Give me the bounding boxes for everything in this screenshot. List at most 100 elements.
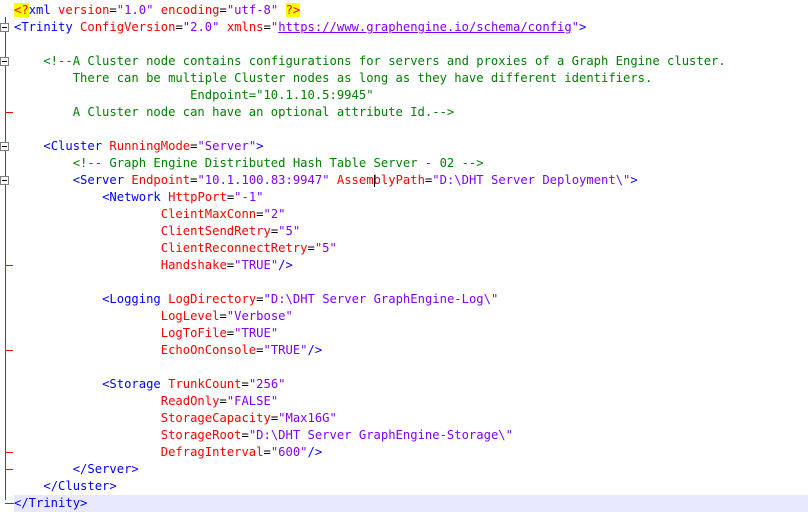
code-line-13[interactable]: CleintMaxConn="2" [14, 206, 286, 223]
token: "600" [270, 445, 308, 459]
token: "2" [263, 207, 286, 221]
code-line-5[interactable]: There can be multiple Cluster nodes as l… [14, 70, 653, 87]
code-line-14[interactable]: ClientSendRetry="5" [14, 223, 300, 240]
token: = [263, 445, 271, 459]
token: "256" [248, 377, 286, 391]
token: HttpPort [168, 190, 227, 204]
fold-toggle-icon[interactable] [0, 176, 9, 185]
code-line-18[interactable]: <Logging LogDirectory="D:\DHT Server Gra… [14, 291, 498, 308]
token: A Cluster node can have an optional attr… [14, 105, 455, 119]
token: <Trinity [14, 20, 81, 34]
code-line-7[interactable]: A Cluster node can have an optional attr… [14, 104, 455, 121]
token: = [219, 309, 227, 323]
code-line-20[interactable]: LogToFile="TRUE" [14, 325, 278, 342]
token: <!--A Cluster node contains configuratio… [14, 54, 726, 68]
token: "TRUE" [234, 326, 279, 340]
token: > [630, 173, 638, 187]
token: DefragInterval [160, 445, 264, 459]
token: /> [307, 445, 323, 459]
token: = [175, 20, 183, 34]
token: = [263, 20, 271, 34]
token: /> [307, 343, 323, 357]
code-line-11[interactable]: <Server Endpoint="10.1.100.83:9947" Asse… [14, 172, 638, 189]
fold-toggle-icon[interactable] [0, 23, 9, 32]
code-line-1[interactable]: <?xml version="1.0" encoding="utf-8" ?> [14, 2, 301, 19]
token: = [256, 292, 264, 306]
token: "2.0" [182, 20, 220, 34]
code-line-9[interactable]: <Cluster RunningMode="Server"> [14, 138, 264, 155]
token: = [241, 377, 249, 391]
token: ReadOnly [160, 394, 220, 408]
token: "5" [278, 224, 301, 238]
code-line-23[interactable]: <Storage TrunkCount="256" [14, 376, 286, 393]
token: xmlns [226, 20, 264, 34]
token: "10.1.100.83:9947" [197, 173, 330, 187]
token: Handshake [160, 258, 227, 272]
token: ClientSendRetry [160, 224, 271, 238]
token: "Max16G" [278, 411, 337, 425]
token: TrunkCount [168, 377, 242, 391]
token: "utf-8" [226, 3, 279, 17]
token: RunningMode [109, 139, 191, 153]
fold-end-tick [5, 469, 13, 470]
token: EchoOnConsole [160, 343, 257, 357]
token: <Logging [102, 292, 169, 306]
token: > [579, 20, 587, 34]
token: /> [278, 258, 293, 272]
fold-toggle-icon[interactable] [0, 57, 9, 66]
token: "TRUE" [263, 343, 308, 357]
code-line-19[interactable]: LogLevel="Verbose" [14, 308, 293, 325]
code-line-21[interactable]: EchoOnConsole="TRUE"/> [14, 342, 322, 359]
token: Endpoint="10.1.10.5:9945" [14, 88, 374, 102]
token: "TRUE" [234, 258, 279, 272]
token: ?> [285, 3, 301, 17]
code-line-30[interactable]: </Trinity> [14, 495, 808, 512]
code-line-10[interactable]: <!-- Graph Engine Distributed Hash Table… [14, 155, 484, 172]
token: version [58, 3, 110, 17]
code-line-27[interactable]: DefragInterval="600"/> [14, 444, 322, 461]
fold-margin[interactable] [0, 0, 14, 510]
code-line-12[interactable]: <Network HttpPort="-1" [14, 189, 263, 206]
code-line-4[interactable]: <!--A Cluster node contains configuratio… [14, 53, 726, 70]
token: > [256, 139, 264, 153]
code-line-2[interactable]: <Trinity ConfigVersion="2.0" xmlns="http… [14, 19, 586, 36]
code-line-28[interactable]: </Server> [14, 461, 139, 478]
fold-end-corner [5, 503, 14, 504]
code-line-24[interactable]: ReadOnly="FALSE" [14, 393, 278, 410]
code-line-15[interactable]: ClientReconnectRetry="5" [14, 240, 337, 257]
xml-editor[interactable]: <?xml version="1.0" encoding="utf-8" ?> <… [0, 0, 808, 512]
token: "D:\DHT Server GraphEngine-Storage\" [248, 428, 513, 442]
token: <? [14, 3, 29, 17]
token: AssemblyPath [336, 173, 425, 187]
code-line-16[interactable]: Handshake="TRUE"/> [14, 257, 293, 274]
token: StorageRoot [160, 428, 242, 442]
token: "D:\DHT Server GraphEngine-Log\" [263, 292, 499, 306]
code-line-26[interactable]: StorageRoot="D:\DHT Server GraphEngine-S… [14, 427, 513, 444]
token: "Server" [197, 139, 257, 153]
fold-line [5, 17, 6, 500]
token: = [307, 241, 315, 255]
token: </Trinity> [14, 496, 88, 510]
fold-toggle-icon[interactable] [0, 142, 9, 151]
code-line-6[interactable]: Endpoint="10.1.10.5:9945" [14, 87, 374, 104]
code-line-25[interactable]: StorageCapacity="Max16G" [14, 410, 337, 427]
token: <Storage [102, 377, 169, 391]
token: LogLevel [160, 309, 220, 323]
code-line-29[interactable]: </Cluster> [14, 478, 116, 495]
token: There can be multiple Cluster nodes as l… [14, 71, 653, 85]
token: StorageCapacity [160, 411, 271, 425]
token: LogDirectory [168, 292, 257, 306]
